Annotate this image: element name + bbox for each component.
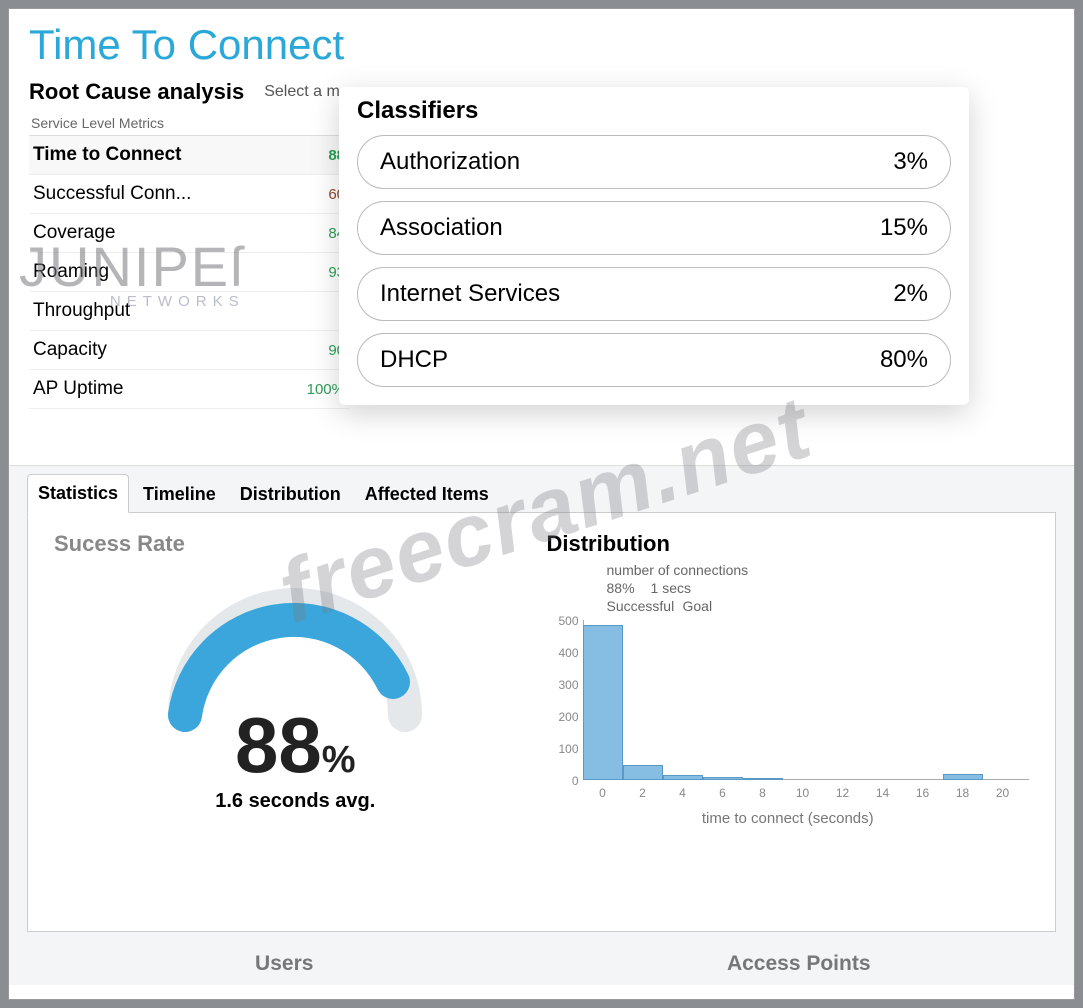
chart-y-tick: 400	[547, 646, 579, 660]
classifier-label: Internet Services	[380, 280, 560, 308]
dist-successful-label: Successful	[607, 597, 679, 615]
classifier-label: Authorization	[380, 148, 520, 176]
chart-x-tick: 10	[783, 786, 823, 800]
classifier-value: 3%	[893, 148, 928, 176]
metric-label: Time to Connect	[33, 144, 182, 166]
chart-x-tick: 18	[943, 786, 983, 800]
chart-x-tick: 14	[863, 786, 903, 800]
chart-bar	[743, 778, 783, 780]
metric-label: Capacity	[33, 339, 107, 361]
chart-bar	[583, 625, 623, 779]
page-title: Time To Connect	[29, 21, 1054, 69]
chart-y-tick: 500	[547, 614, 579, 628]
statistics-body: Sucess Rate 88% 1.6 seconds avg. Distrib…	[27, 512, 1056, 932]
classifier-value: 2%	[893, 280, 928, 308]
gauge-subtext: 1.6 seconds avg.	[54, 790, 537, 813]
chart-bar	[703, 777, 743, 780]
classifier-value: 80%	[880, 346, 928, 374]
tab-distribution[interactable]: Distribution	[230, 476, 351, 513]
tab-statistics[interactable]: Statistics	[27, 474, 129, 513]
classifier-authorization[interactable]: Authorization 3%	[357, 135, 951, 189]
metric-label: Throughput	[33, 300, 130, 322]
metric-successful-conn[interactable]: Successful Conn... 60	[29, 175, 349, 214]
distribution-title: Distribution	[547, 531, 1030, 557]
chart-y-tick: 300	[547, 678, 579, 692]
chart-x-tick: 16	[903, 786, 943, 800]
chart-x-tick: 0	[583, 786, 623, 800]
classifier-dhcp[interactable]: DHCP 80%	[357, 333, 951, 387]
metric-ap-uptime[interactable]: AP Uptime 100%	[29, 370, 349, 409]
classifier-value: 15%	[880, 214, 928, 242]
lower-section: Statistics Timeline Distribution Affecte…	[9, 465, 1074, 985]
classifiers-popover: Classifiers Authorization 3% Association…	[339, 87, 969, 405]
chart-bar	[623, 765, 663, 780]
app-window: Time To Connect Root Cause analysis Sele…	[8, 8, 1075, 1000]
select-metric-label[interactable]: Select a m	[264, 83, 340, 101]
dist-goal-label: Goal	[683, 597, 713, 615]
chart-y-tick: 200	[547, 710, 579, 724]
metrics-header: Service Level Metrics	[29, 111, 349, 136]
chart-x-tick: 8	[743, 786, 783, 800]
service-level-metrics-panel: Service Level Metrics Time to Connect 88…	[29, 111, 349, 409]
distribution-meta: number of connections 88% 1 secs Success…	[607, 561, 1030, 616]
metric-label: Coverage	[33, 222, 115, 244]
metric-label: Successful Conn...	[33, 183, 191, 205]
gauge-value: 88%	[54, 706, 537, 784]
metric-label: Roaming	[33, 261, 109, 283]
chart-bar	[943, 774, 983, 780]
chart-x-tick: 4	[663, 786, 703, 800]
chart-x-tick: 6	[703, 786, 743, 800]
chart-x-tick: 20	[983, 786, 1023, 800]
classifier-label: DHCP	[380, 346, 448, 374]
success-rate-title: Sucess Rate	[54, 531, 537, 557]
distribution-panel: Distribution number of connections 88% 1…	[547, 531, 1030, 913]
tab-bar: Statistics Timeline Distribution Affecte…	[27, 466, 1056, 513]
chart-x-title: time to connect (seconds)	[547, 810, 1030, 827]
bottom-row: Users Access Points	[27, 952, 1056, 976]
dist-successful-pct: 88%	[607, 579, 635, 597]
chart-bar	[663, 775, 703, 779]
success-rate-panel: Sucess Rate 88% 1.6 seconds avg.	[54, 531, 537, 913]
metric-coverage[interactable]: Coverage 84	[29, 214, 349, 253]
metric-throughput[interactable]: Throughput	[29, 292, 349, 331]
access-points-heading: Access Points	[542, 952, 1057, 976]
dist-goal-secs: 1 secs	[651, 579, 691, 597]
chart-x-tick: 2	[623, 786, 663, 800]
metric-roaming[interactable]: Roaming 93	[29, 253, 349, 292]
classifier-label: Association	[380, 214, 503, 242]
metric-capacity[interactable]: Capacity 90	[29, 331, 349, 370]
distribution-chart: 5004003002001000 02468101214161820	[547, 620, 1030, 800]
root-cause-heading: Root Cause analysis	[29, 79, 244, 105]
chart-y-tick: 100	[547, 742, 579, 756]
dist-meta-line1: number of connections	[607, 561, 1030, 579]
classifier-internet-services[interactable]: Internet Services 2%	[357, 267, 951, 321]
tab-affected-items[interactable]: Affected Items	[355, 476, 499, 513]
chart-y-tick: 0	[547, 774, 579, 788]
chart-x-tick: 12	[823, 786, 863, 800]
users-heading: Users	[27, 952, 542, 976]
metric-time-to-connect[interactable]: Time to Connect 88	[29, 136, 349, 175]
classifiers-title: Classifiers	[357, 97, 951, 125]
classifier-association[interactable]: Association 15%	[357, 201, 951, 255]
metric-label: AP Uptime	[33, 378, 123, 400]
tab-timeline[interactable]: Timeline	[133, 476, 226, 513]
